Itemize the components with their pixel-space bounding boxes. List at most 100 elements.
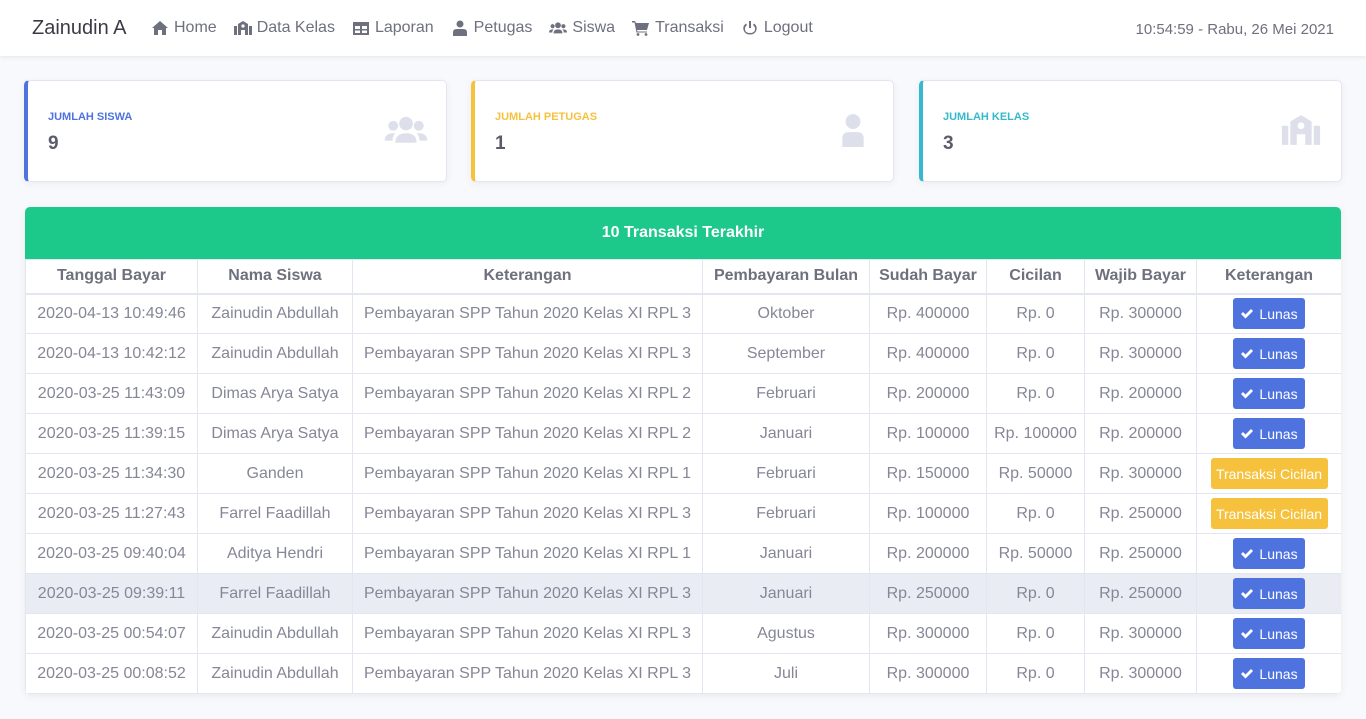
table-row: 2020-03-25 11:27:43 Farrel Faadillah Pemba…: [25, 493, 1341, 534]
cell-tanggal-bayar: 2020-03-25 00:54:07: [25, 613, 198, 654]
cell-pembayaran-bulan: Februari: [702, 453, 870, 494]
cell-sudah-bayar: Rp. 150000: [869, 453, 987, 494]
lunas-button[interactable]: Lunas: [1233, 658, 1305, 689]
nav-item-transaksi[interactable]: Transaksi: [632, 19, 724, 37]
cell-nama-siswa: Zainudin Abdullah: [197, 653, 353, 694]
cell-wajib-bayar: Rp. 250000: [1084, 573, 1197, 614]
cell-wajib-bayar: Rp. 300000: [1084, 613, 1197, 654]
table-header-row: Tanggal Bayar Nama Siswa Keterangan Pemb…: [25, 259, 1341, 295]
cell-status: Lunas: [1196, 613, 1341, 654]
cell-pembayaran-bulan: Februari: [702, 373, 870, 414]
cell-nama-siswa: Farrel Faadillah: [197, 493, 353, 534]
main-nav: Home Data Kelas Laporan Petugas Siswa Tr…: [151, 0, 830, 56]
table-row: 2020-03-25 11:34:30 Ganden Pembayaran SPP …: [25, 453, 1341, 494]
clock-text: 10:54:59 - Rabu, 26 Mei 2021: [1135, 21, 1334, 38]
cell-cicilan: Rp. 0: [986, 373, 1085, 414]
recent-transactions-panel: 10 Transaksi Terakhir Tanggal Bayar Nama…: [25, 207, 1341, 694]
column-header-nama-siswa: Nama Siswa: [197, 259, 353, 295]
school-icon: [1281, 115, 1321, 145]
user-tie-icon: [452, 20, 467, 36]
nav-item-data-kelas[interactable]: Data Kelas: [233, 19, 335, 37]
nav-item-label: Siswa: [572, 19, 616, 36]
nav-item-home[interactable]: Home: [151, 19, 217, 37]
column-header-pembayaran-bulan: Pembayaran Bulan: [702, 259, 870, 295]
table-row: 2020-03-25 09:39:11 Farrel Faadillah Pemba…: [25, 573, 1341, 614]
check-icon: [1241, 388, 1254, 398]
cell-sudah-bayar: Rp. 300000: [869, 653, 987, 694]
cell-pembayaran-bulan: September: [702, 333, 870, 374]
cell-cicilan: Rp. 0: [986, 613, 1085, 654]
cell-cicilan: Rp. 0: [986, 493, 1085, 534]
cart-icon: [632, 21, 650, 36]
cell-status: Lunas: [1196, 333, 1341, 374]
button-label: Lunas: [1259, 385, 1298, 402]
cell-status: Transaksi Cicilan: [1196, 493, 1341, 534]
cell-cicilan: Rp. 0: [986, 653, 1085, 694]
cell-status: Lunas: [1196, 653, 1341, 694]
table-row: 2020-04-13 10:42:12 Zainudin Abdullah Pemb…: [25, 333, 1341, 374]
nav-item-label: Transaksi: [655, 19, 724, 36]
cell-cicilan: Rp. 0: [986, 573, 1085, 614]
school-icon: [233, 21, 252, 35]
stat-card-label: Jumlah Petugas: [495, 111, 598, 123]
lunas-button[interactable]: Lunas: [1233, 578, 1305, 609]
nav-item-label: Petugas: [473, 19, 533, 36]
column-header-tanggal-bayar: Tanggal Bayar: [25, 259, 198, 295]
lunas-button[interactable]: Lunas: [1233, 418, 1305, 449]
cell-keterangan: Pembayaran SPP Tahun 2020 Kelas XI RPL 3: [352, 493, 703, 534]
cell-nama-siswa: Dimas Arya Satya: [197, 373, 353, 414]
stat-card-label: Jumlah Siswa: [48, 111, 133, 123]
cell-wajib-bayar: Rp. 300000: [1084, 293, 1197, 334]
table-icon: [352, 22, 369, 35]
button-label: Lunas: [1259, 665, 1298, 682]
cell-tanggal-bayar: 2020-03-25 11:34:30: [25, 453, 198, 494]
transaksi-cicilan-button[interactable]: Transaksi Cicilan: [1210, 498, 1328, 529]
table-row: 2020-03-25 00:08:52 Zainudin Abdullah Pemb…: [25, 653, 1341, 694]
cell-status: Lunas: [1196, 373, 1341, 414]
stat-card-jumlah-siswa: Jumlah Siswa 9: [24, 80, 447, 182]
nav-item-logout[interactable]: Logout: [741, 19, 813, 37]
lunas-button[interactable]: Lunas: [1233, 338, 1305, 369]
user-tie-icon: [842, 114, 864, 147]
brand-name[interactable]: Zainudin A: [32, 17, 127, 40]
lunas-button[interactable]: Lunas: [1233, 618, 1305, 649]
transaksi-cicilan-button[interactable]: Transaksi Cicilan: [1210, 458, 1328, 489]
button-label: Lunas: [1259, 305, 1298, 322]
nav-item-label: Laporan: [374, 19, 434, 36]
cell-tanggal-bayar: 2020-04-13 10:42:12: [25, 333, 198, 374]
nav-item-laporan[interactable]: Laporan: [352, 19, 434, 37]
cell-wajib-bayar: Rp. 200000: [1084, 413, 1197, 454]
lunas-button[interactable]: Lunas: [1233, 538, 1305, 569]
cell-sudah-bayar: Rp. 200000: [869, 533, 987, 574]
cell-nama-siswa: Farrel Faadillah: [197, 573, 353, 614]
transactions-table: Tanggal Bayar Nama Siswa Keterangan Pemb…: [25, 259, 1341, 694]
cell-keterangan: Pembayaran SPP Tahun 2020 Kelas XI RPL 3: [352, 573, 703, 614]
cell-keterangan: Pembayaran SPP Tahun 2020 Kelas XI RPL 2: [352, 373, 703, 414]
check-icon: [1241, 428, 1254, 438]
table-row: 2020-03-25 11:39:15 Dimas Arya Satya Pemba…: [25, 413, 1341, 454]
nav-item-siswa[interactable]: Siswa: [549, 19, 615, 37]
cell-tanggal-bayar: 2020-03-25 00:08:52: [25, 653, 198, 694]
cell-status: Lunas: [1196, 533, 1341, 574]
nav-item-petugas[interactable]: Petugas: [451, 19, 533, 37]
stat-card-jumlah-kelas: Jumlah Kelas 3: [919, 80, 1342, 182]
nav-item-label: Data Kelas: [256, 19, 335, 36]
nav-item-label: Logout: [763, 19, 813, 36]
cell-keterangan: Pembayaran SPP Tahun 2020 Kelas XI RPL 3: [352, 653, 703, 694]
cell-keterangan: Pembayaran SPP Tahun 2020 Kelas XI RPL 2: [352, 413, 703, 454]
column-header-wajib-bayar: Wajib Bayar: [1084, 259, 1197, 295]
check-icon: [1241, 628, 1254, 638]
lunas-button[interactable]: Lunas: [1233, 298, 1305, 330]
cell-sudah-bayar: Rp. 100000: [869, 413, 987, 454]
table-row: 2020-03-25 11:43:09 Dimas Arya Satya Pemba…: [25, 373, 1341, 414]
cell-keterangan: Pembayaran SPP Tahun 2020 Kelas XI RPL 3: [352, 333, 703, 374]
cell-wajib-bayar: Rp. 200000: [1084, 373, 1197, 414]
lunas-button[interactable]: Lunas: [1233, 378, 1305, 409]
users-icon: [549, 22, 568, 34]
button-label: Lunas: [1259, 425, 1298, 442]
cell-tanggal-bayar: 2020-03-25 11:43:09: [25, 373, 198, 414]
users-icon: [384, 116, 428, 143]
stat-card-jumlah-petugas: Jumlah Petugas 1: [471, 80, 894, 182]
button-label: Lunas: [1259, 345, 1298, 362]
cell-tanggal-bayar: 2020-03-25 11:39:15: [25, 413, 198, 454]
